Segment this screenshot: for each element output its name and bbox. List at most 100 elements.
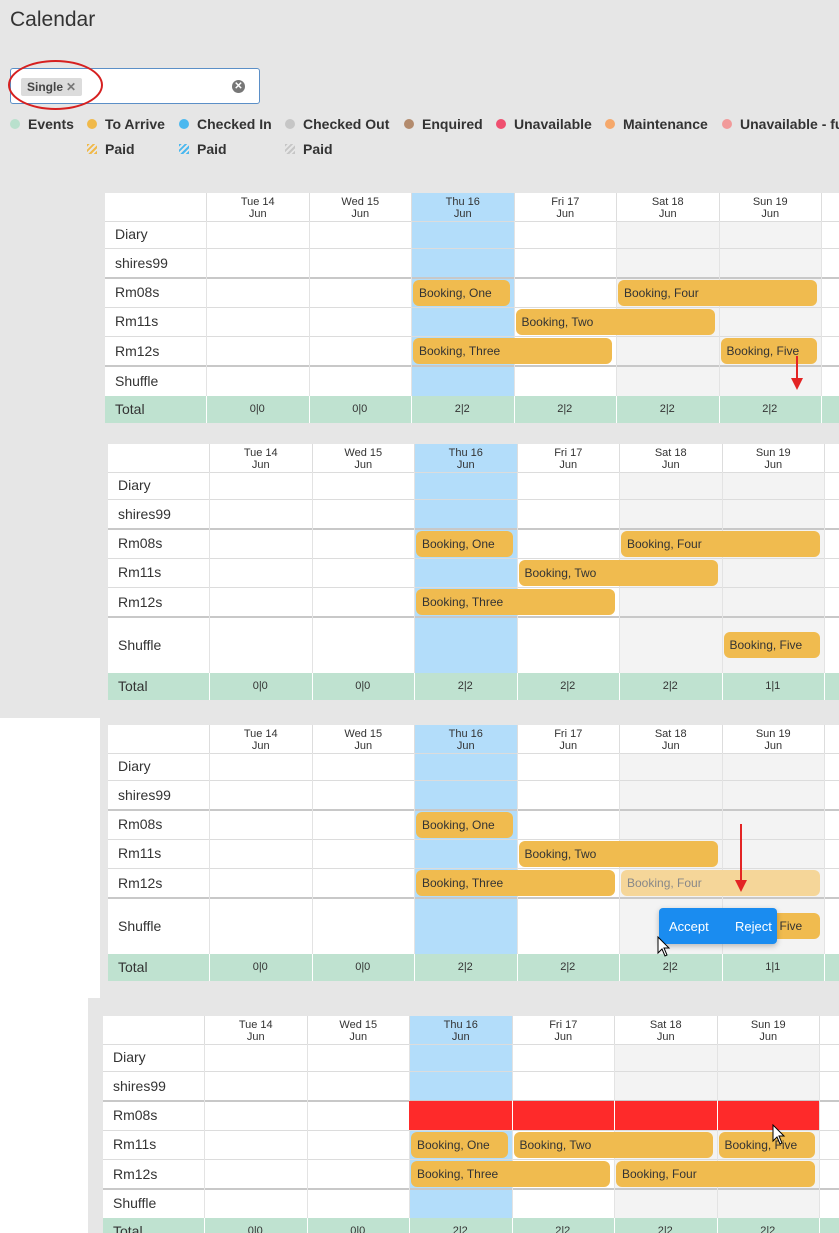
room-label: Rm11s [118,845,162,861]
row-divider [105,221,839,222]
total-cell: 0|0 [252,961,268,973]
booking-block[interactable]: Booking, One [416,531,513,557]
column-divider [414,753,415,954]
checked-out-dot-icon [285,119,295,129]
room-label: Diary [118,758,151,774]
legend-label: Checked Out [303,116,390,132]
column-divider [206,221,207,396]
date-header[interactable]: Thu 16 Jun [414,444,517,472]
column-divider [614,1101,615,1130]
date-header[interactable]: Sun 19 Jun [721,444,825,472]
column-divider [209,753,210,954]
total-divider [824,954,825,981]
date-header[interactable]: Thu 16 Jun [411,193,514,221]
column-divider [409,1044,410,1218]
room-label: Rm08s [113,1107,158,1123]
total-cell: 2|2 [762,403,778,415]
row-divider [108,780,839,781]
date-header-month: Jun [349,1031,368,1043]
booking-block[interactable]: Booking, Five [720,338,817,364]
date-header[interactable]: Tue 14 Jun [209,725,312,753]
date-header-partial [824,444,839,472]
booking-block[interactable]: Booking, Four [618,280,817,306]
booking-block[interactable]: Booking, One [411,1132,508,1158]
date-header-month: Jun [661,740,680,752]
room-label: shires99 [115,255,168,271]
date-header-day: Sun 19 [755,728,791,740]
date-header[interactable]: Wed 15 Jun [311,444,415,472]
drop-confirm-popup: Accept Reject [659,908,777,944]
date-header-month: Jun [251,459,270,471]
booking-block[interactable]: Booking, Five [723,632,820,658]
booking-block[interactable]: Booking, One [416,812,513,838]
date-header-partial [821,193,839,221]
date-header[interactable]: Tue 14 Jun [206,193,309,221]
date-header-day: Fri 17 [554,447,583,459]
date-header[interactable]: Sun 19 Jun [716,1016,820,1044]
booking-block[interactable]: Booking, Two [513,1132,713,1158]
room-label: Rm08s [118,535,163,551]
booking-block[interactable]: Booking, Two [518,841,718,867]
column-divider [414,472,415,673]
column-divider [209,472,210,673]
date-header[interactable]: Wed 15 Jun [306,1016,410,1044]
row-divider [108,897,839,899]
date-header[interactable]: Tue 14 Jun [204,1016,307,1044]
total-cell: 2|2 [555,1225,571,1233]
row-divider [108,753,839,754]
date-header[interactable]: Fri 17 Jun [516,444,620,472]
date-header[interactable]: Wed 15 Jun [308,193,412,221]
unavailable-future-dot-icon [722,119,732,129]
date-header-month: Jun [559,740,578,752]
booking-block[interactable]: Booking, Two [518,560,718,586]
date-header[interactable]: Sat 18 Jun [614,1016,717,1044]
date-header[interactable]: Thu 16 Jun [409,1016,512,1044]
date-header[interactable]: Wed 15 Jun [311,725,415,753]
booking-block[interactable]: Booking, Three [416,589,615,615]
room-label: shires99 [113,1078,166,1094]
date-header[interactable]: Sat 18 Jun [619,444,722,472]
room-label: Rm11s [113,1136,157,1152]
booking-block[interactable]: Booking, Five [718,1132,815,1158]
date-header-day: Sun 19 [755,447,791,459]
booking-block[interactable]: Booking, Four [616,1161,815,1187]
booking-block[interactable]: Booking, Two [515,309,715,335]
reject-button[interactable]: Reject [735,919,772,934]
date-header[interactable]: Sat 18 Jun [619,725,722,753]
date-header[interactable]: Tue 14 Jun [209,444,312,472]
date-header[interactable]: Thu 16 Jun [414,725,517,753]
date-header[interactable]: Fri 17 Jun [511,1016,615,1044]
date-header[interactable]: Sun 19 Jun [721,725,825,753]
date-header[interactable]: Sat 18 Jun [616,193,719,221]
booking-block[interactable]: Booking, Three [416,870,615,896]
date-header-month: Jun [656,1031,675,1043]
legend-item: Checked In [179,116,272,132]
annotation-arrow [796,356,798,378]
date-header-month: Jun [451,1031,470,1043]
date-header-day: Sun 19 [752,196,788,208]
booking-block[interactable]: Booking, Four [621,870,820,896]
unavailable-dot-icon [496,119,506,129]
header-corner [108,725,209,753]
column-divider [511,1044,513,1218]
total-cell: 0|0 [355,961,371,973]
row-divider [105,365,839,367]
column-divider [718,221,720,396]
date-header-day: Fri 17 [554,728,583,740]
booking-block[interactable]: Booking, Three [411,1161,610,1187]
date-header[interactable]: Fri 17 Jun [516,725,620,753]
date-header-day: Sat 18 [649,1019,682,1031]
accept-button[interactable]: Accept [669,919,709,934]
booking-block[interactable]: Booking, Four [621,531,820,557]
legend-label: To Arrive [105,116,165,132]
date-header[interactable]: Fri 17 Jun [513,193,617,221]
room-label: Rm12s [113,1166,158,1182]
date-header-month: Jun [554,1031,573,1043]
clear-filter-icon[interactable]: ✕ [232,80,245,93]
date-header[interactable]: Sun 19 Jun [718,193,822,221]
booking-block[interactable]: Booking, Three [413,338,612,364]
date-header-day: Fri 17 [549,1019,578,1031]
column-divider [819,1044,820,1218]
column-divider [511,1101,513,1130]
booking-block[interactable]: Booking, One [413,280,510,306]
